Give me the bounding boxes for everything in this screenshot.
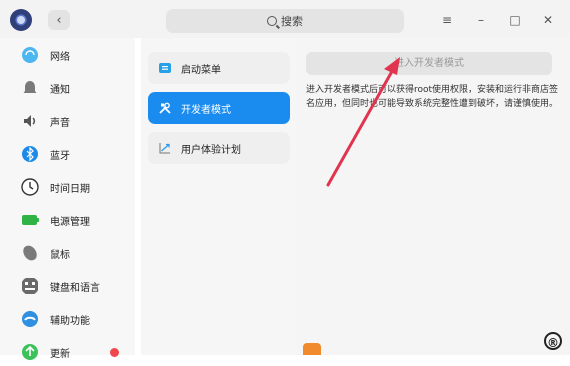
sidebar-item[interactable]: 键盘和语言 — [0, 272, 135, 300]
sidebar-item-label: 通知 — [50, 84, 70, 96]
bell-icon — [23, 81, 37, 93]
title-bar: ‹ 搜索 ≡ – □ ✕ — [0, 0, 570, 38]
sidebar-item-label: 鼠标 — [50, 249, 70, 261]
sidebar-item[interactable]: 声音 — [0, 107, 135, 135]
developer-options-panel: 启动菜单 开发者模式 用户体验计划 — [141, 38, 297, 355]
search-label: 搜索 — [281, 15, 303, 28]
menu-button[interactable]: ≡ — [437, 10, 457, 30]
sidebar-item[interactable]: 时间日期 — [0, 173, 135, 201]
menu-item-label: 开发者模式 — [181, 104, 231, 116]
search-icon — [267, 16, 277, 26]
sidebar-item[interactable]: 更新 — [0, 338, 135, 366]
sidebar-item[interactable]: 网络 — [0, 41, 135, 69]
mouse-icon — [23, 245, 37, 261]
developer-mode-description: 进入开发者模式后可以获得root使用权限，安装和运行非商店签名应用，但同时也可能… — [306, 85, 559, 109]
sidebar-item[interactable]: 电源管理 — [0, 206, 135, 234]
sidebar-item[interactable]: 辅助功能 — [0, 305, 135, 333]
sidebar-item-label: 时间日期 — [50, 183, 90, 195]
sidebar-item-label: 更新 — [50, 348, 70, 360]
watermark-shape — [303, 343, 321, 355]
sidebar-item[interactable]: 蓝牙 — [0, 140, 135, 168]
enter-developer-mode-button[interactable]: 进入开发者模式 — [306, 52, 552, 75]
sidebar: 网络通知声音蓝牙时间日期电源管理鼠标键盘和语言辅助功能更新 — [0, 38, 135, 360]
sidebar-item-label: 网络 — [50, 51, 70, 63]
back-button[interactable]: ‹ — [48, 10, 70, 30]
speaker-icon — [24, 115, 36, 127]
keyboard-icon — [22, 278, 38, 294]
update-icon — [22, 344, 38, 360]
developer-mode-content: 进入开发者模式 进入开发者模式后可以获得root使用权限，安装和运行非商店签名应… — [297, 38, 570, 355]
close-button[interactable]: ✕ — [538, 10, 558, 30]
chevron-left-icon: ‹ — [56, 12, 62, 28]
search-input[interactable]: 搜索 — [166, 9, 404, 33]
sidebar-item[interactable]: 鼠标 — [0, 239, 135, 267]
sidebar-item-label: 键盘和语言 — [50, 282, 100, 294]
notification-badge — [110, 347, 119, 357]
sidebar-item-label: 电源管理 — [50, 216, 90, 228]
menu-item-label: 用户体验计划 — [181, 144, 241, 156]
app-logo-icon — [10, 9, 32, 31]
developer-tools-icon — [159, 102, 171, 114]
accessibility-icon — [22, 311, 38, 327]
battery-icon — [22, 215, 39, 225]
menu-item-user-experience[interactable]: 用户体验计划 — [148, 132, 290, 164]
menu-item-label: 启动菜单 — [181, 64, 221, 76]
sidebar-item-label: 声音 — [50, 117, 70, 129]
boot-menu-icon — [159, 63, 171, 73]
network-icon — [22, 47, 38, 63]
registered-mark-icon: ® — [544, 332, 562, 350]
maximize-button[interactable]: □ — [505, 10, 525, 30]
chart-trend-icon — [159, 143, 170, 154]
minimize-button[interactable]: – — [471, 10, 491, 30]
sidebar-item-label: 辅助功能 — [50, 315, 90, 327]
bluetooth-icon — [22, 146, 38, 162]
sidebar-item[interactable]: 通知 — [0, 74, 135, 102]
clock-icon — [21, 178, 39, 196]
sidebar-item-label: 蓝牙 — [50, 150, 70, 162]
menu-item-developer-mode[interactable]: 开发者模式 — [148, 92, 290, 124]
menu-item-boot-menu[interactable]: 启动菜单 — [148, 52, 290, 84]
